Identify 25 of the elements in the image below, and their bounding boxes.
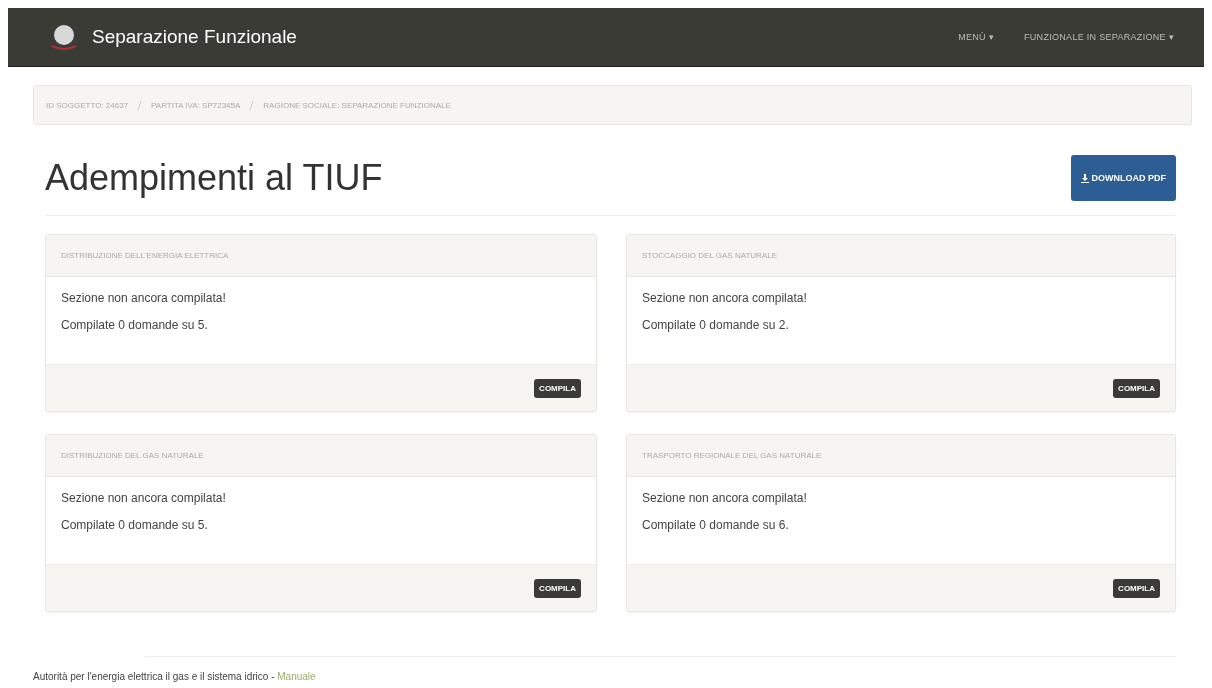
card-title: STOCCAGGIO DEL GAS NATURALE: [642, 251, 777, 260]
breadcrumb-item: ID SOGGETTO: 24637: [46, 100, 129, 110]
answered-count-text: Compilate 0 domande su 2.: [642, 318, 790, 332]
compile-button[interactable]: COMPILA: [1113, 578, 1160, 598]
nav-menu-link[interactable]: FUNZIONALE IN SEPARAZIONE ▾: [1024, 32, 1174, 42]
footer-text: Autorità per l'energia elettrica il gas e il sistema idrico - Manuale: [33, 670, 317, 682]
download-button[interactable]: DOWNLOAD PDF: [1070, 155, 1176, 201]
brand-title[interactable]: Separazione Funzionale: [92, 26, 297, 48]
nav-menu-link[interactable]: MENÙ ▾: [958, 32, 994, 42]
card-title: DISTRIBUZIONE DELL'ENERGIA ELETTRICA: [61, 251, 229, 260]
answered-count-text: Compilate 0 domande su 5.: [61, 318, 209, 332]
answered-count-text: Compilate 0 domande su 6.: [642, 518, 790, 532]
compile-button[interactable]: COMPILA: [1113, 378, 1160, 398]
breadcrumb-item: RAGIONE SOCIALE: SEPARAZIONE FUNZIONALE: [263, 100, 451, 110]
page-title: Adempimenti al TIUF: [45, 157, 383, 199]
compile-button[interactable]: COMPILA: [534, 378, 581, 398]
compile-button[interactable]: COMPILA: [534, 578, 581, 598]
card-status: Sezione non ancora compilata!: [642, 291, 808, 305]
download-icon: [1080, 173, 1089, 183]
card-status: Sezione non ancora compilata!: [61, 291, 227, 305]
answered-count-text: Compilate 0 domande su 5.: [61, 518, 209, 532]
breadcrumb-item: PARTITA IVA: SP72345A: [151, 100, 241, 110]
card-status: Sezione non ancora compilata!: [642, 491, 808, 505]
card-title: TRASPORTO REGIONALE DEL GAS NATURALE: [642, 451, 822, 460]
card-status: Sezione non ancora compilata!: [61, 491, 227, 505]
